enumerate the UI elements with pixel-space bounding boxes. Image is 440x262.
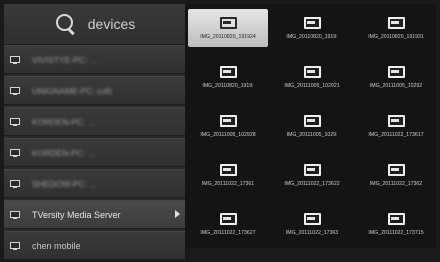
device-item[interactable]: TVersity Media Server — [4, 200, 185, 229]
image-icon — [387, 66, 405, 78]
image-icon — [387, 213, 405, 225]
monitor-icon — [10, 55, 20, 64]
file-name: IMG_20111022_173617 — [368, 132, 424, 138]
file-name: IMG_20111022_17363 — [285, 230, 339, 236]
file-name: IMG_20110820_191931 — [368, 34, 424, 40]
image-icon — [303, 164, 321, 176]
device-list: VIVISTYE-PC: ... UNIGNAME-PC: (ulf) KORDEN… — [4, 45, 185, 262]
image-file-tile[interactable]: IMG_20111022_173622 — [272, 156, 352, 194]
device-panel: devices VIVISTYE-PC: ... UNIGNAME-PC: (ul… — [4, 4, 185, 260]
device-item[interactable]: UNIGNAME-PC: (ulf) — [4, 76, 185, 105]
device-name: VIVISTYE-PC: ... — [32, 54, 97, 65]
image-file-tile[interactable]: IMG_20110820_1919: — [272, 9, 352, 47]
file-panel: IMG_20110820_191924 IMG_20110820_1919: IMG… — [185, 4, 436, 248]
image-icon — [387, 115, 405, 127]
image-icon — [387, 164, 405, 176]
file-name: IMG_20111022_17361 — [201, 181, 255, 187]
device-search-bar[interactable]: devices — [4, 4, 185, 45]
image-icon — [219, 213, 237, 225]
device-name: SHEDOW-PC: ... — [32, 178, 97, 189]
device-item[interactable]: VIVISTYE-PC: ... — [4, 45, 185, 74]
file-name: IMG_20111005_102928 — [200, 132, 256, 138]
image-file-tile[interactable]: IMG_20111005_1029: — [272, 107, 352, 145]
file-name: IMG_20111022_17362 — [369, 181, 423, 187]
image-icon — [303, 66, 321, 78]
image-file-tile[interactable]: IMG_20111022_173617 — [356, 107, 436, 145]
image-file-tile[interactable]: IMG_20111022_17361 — [188, 156, 268, 194]
chevron-right-icon — [175, 210, 180, 218]
search-label: devices — [87, 16, 136, 32]
monitor-icon — [10, 241, 20, 250]
device-name: chen mobile — [32, 240, 81, 251]
image-file-tile[interactable]: IMG_20111022_173715 — [356, 205, 436, 243]
image-file-tile[interactable]: IMG_20110820_191931 — [356, 9, 436, 47]
image-icon — [303, 17, 321, 29]
file-name: IMG_20111005_10292 — [369, 83, 423, 89]
file-name: IMG_20110820_1919: — [286, 34, 338, 40]
image-file-tile[interactable]: IMG_20111005_102928 — [188, 107, 268, 145]
monitor-icon — [10, 210, 20, 219]
image-icon — [219, 115, 237, 127]
device-item[interactable]: SHEDOW-PC: ... — [4, 169, 185, 198]
image-file-tile[interactable]: IMG_20111022_173627 — [188, 205, 268, 243]
file-name: IMG_20111022_173622 — [284, 181, 340, 187]
image-icon — [303, 213, 321, 225]
file-name: IMG_20111022_173715 — [368, 230, 424, 236]
image-file-tile[interactable]: IMG_20110820_1919: — [188, 58, 268, 96]
image-icon — [219, 164, 237, 176]
image-icon — [387, 17, 405, 29]
monitor-icon — [10, 86, 20, 95]
device-item[interactable]: KORDEN-PC: ... — [4, 138, 185, 167]
image-icon — [303, 115, 321, 127]
image-file-tile[interactable]: IMG_20111022_17362 — [356, 156, 436, 194]
monitor-icon — [10, 179, 20, 188]
device-name: KORDEN-PC: ... — [32, 147, 95, 158]
search-icon — [54, 13, 76, 36]
file-name: IMG_20111005_102921 — [284, 83, 340, 89]
media-browser-app: devices VIVISTYE-PC: ... UNIGNAME-PC: (ul… — [0, 0, 440, 260]
device-item[interactable]: KORDEN-PC: ... — [4, 107, 185, 136]
image-icon — [219, 17, 237, 29]
file-name: IMG_20111005_1029: — [286, 132, 338, 138]
image-file-tile[interactable]: IMG_20111005_102921 — [272, 58, 352, 96]
device-name: TVersity Media Server — [32, 209, 121, 220]
image-icon — [219, 66, 237, 78]
device-name: UNIGNAME-PC: (ulf) — [32, 85, 112, 96]
monitor-icon — [10, 117, 20, 126]
monitor-icon — [10, 148, 20, 157]
image-file-tile[interactable]: IMG_20111022_17363 — [272, 205, 352, 243]
device-name: KORDEN-PC: ... — [32, 116, 95, 127]
image-file-tile[interactable]: IMG_20110820_191924 — [188, 9, 268, 47]
file-name: IMG_20110820_191924 — [200, 34, 256, 40]
file-name: IMG_20111022_173627 — [200, 230, 256, 236]
device-item[interactable]: chen mobile — [4, 231, 185, 260]
image-file-tile[interactable]: IMG_20111005_10292 — [356, 58, 436, 96]
file-name: IMG_20110820_1919: — [202, 83, 254, 89]
